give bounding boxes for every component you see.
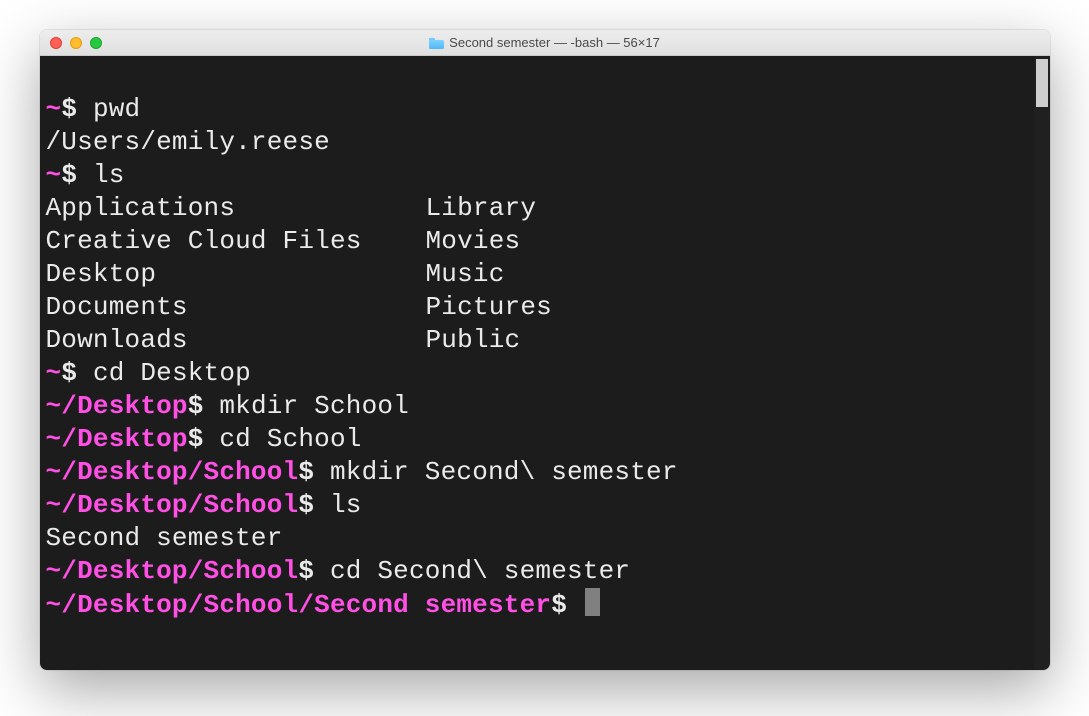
command-text: cd Desktop	[93, 358, 251, 388]
scrollbar[interactable]	[1034, 56, 1050, 670]
prompt-dollar: $	[188, 424, 204, 454]
output-text: Second semester	[46, 523, 283, 553]
window-title-wrap: Second semester — -bash — 56×17	[40, 35, 1050, 50]
close-button[interactable]	[50, 37, 62, 49]
folder-icon	[429, 37, 444, 49]
ls-col-right: Public	[426, 325, 521, 355]
command-text: mkdir School	[219, 391, 409, 421]
prompt-path: ~/Desktop	[46, 424, 188, 454]
ls-col-left: Downloads	[46, 324, 426, 357]
scrollbar-thumb[interactable]	[1036, 59, 1048, 107]
prompt-dollar: $	[298, 457, 314, 487]
ls-col-left: Desktop	[46, 258, 426, 291]
prompt-dollar: $	[298, 556, 314, 586]
titlebar[interactable]: Second semester — -bash — 56×17	[40, 30, 1050, 56]
ls-col-right: Library	[426, 193, 537, 223]
prompt-path: ~/Desktop/School	[46, 490, 299, 520]
maximize-button[interactable]	[90, 37, 102, 49]
ls-col-right: Music	[426, 259, 505, 289]
ls-col-left: Applications	[46, 192, 426, 225]
minimize-button[interactable]	[70, 37, 82, 49]
ls-col-right: Movies	[426, 226, 521, 256]
command-text: cd Second\ semester	[330, 556, 630, 586]
prompt-path: ~/Desktop/School/Second semester	[46, 590, 552, 620]
command-text: ls	[330, 490, 362, 520]
prompt-dollar: $	[61, 160, 77, 190]
command-text: pwd	[93, 94, 140, 124]
prompt-path: ~	[46, 160, 62, 190]
prompt-dollar: $	[61, 358, 77, 388]
prompt-path: ~/Desktop/School	[46, 556, 299, 586]
command-text: cd School	[219, 424, 361, 454]
output-text: /Users/emily.reese	[46, 127, 330, 157]
prompt-path: ~/Desktop/School	[46, 457, 299, 487]
prompt-dollar: $	[188, 391, 204, 421]
window-title: Second semester — -bash — 56×17	[449, 35, 660, 50]
prompt-dollar: $	[551, 590, 567, 620]
command-text: ls	[93, 160, 125, 190]
ls-col-left: Creative Cloud Files	[46, 225, 426, 258]
ls-col-left: Documents	[46, 291, 426, 324]
window-controls	[50, 37, 102, 49]
cursor	[585, 588, 600, 616]
prompt-path: ~/Desktop	[46, 391, 188, 421]
prompt-dollar: $	[298, 490, 314, 520]
prompt-path: ~	[46, 358, 62, 388]
terminal-area: ~$ pwd /Users/emily.reese ~$ ls Applicat…	[40, 56, 1050, 670]
prompt-path: ~	[46, 94, 62, 124]
command-text: mkdir Second\ semester	[330, 457, 678, 487]
prompt-dollar: $	[61, 94, 77, 124]
ls-col-right: Pictures	[426, 292, 552, 322]
terminal-output[interactable]: ~$ pwd /Users/emily.reese ~$ ls Applicat…	[40, 56, 1034, 670]
terminal-window: Second semester — -bash — 56×17 ~$ pwd /…	[40, 30, 1050, 670]
